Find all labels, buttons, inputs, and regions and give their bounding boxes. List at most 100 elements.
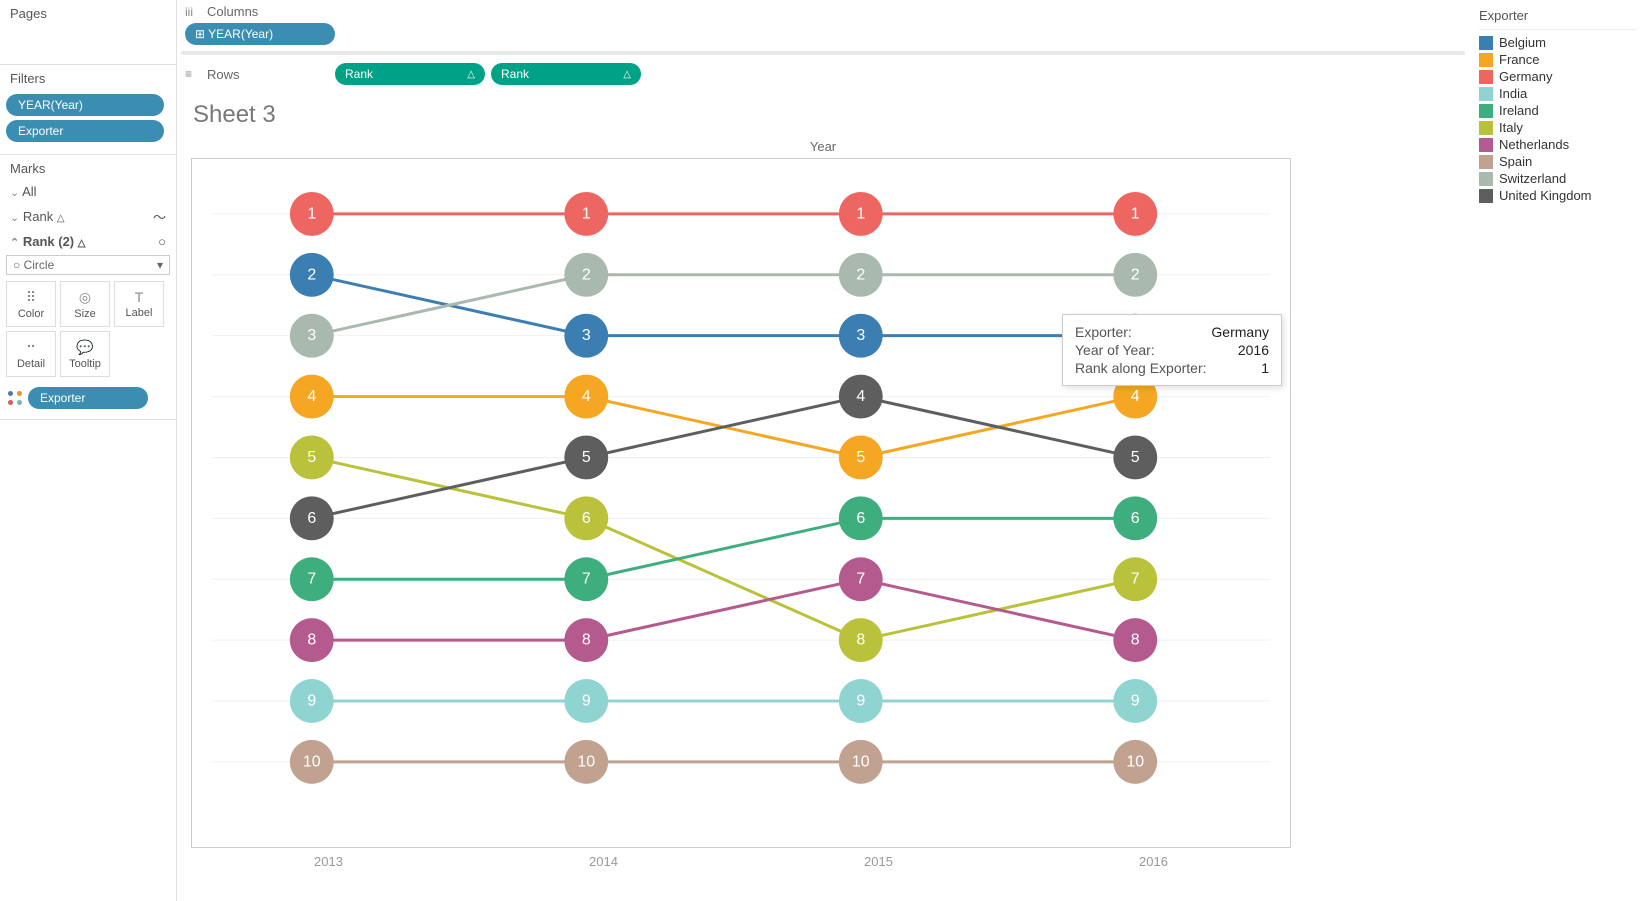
legend-item[interactable]: Switzerland [1479,170,1637,187]
columns-icon: iii [185,5,199,19]
rows-pill1-label: Rank [345,67,373,81]
rank-node-label: 1 [582,205,591,222]
rank-node-label: 10 [852,753,870,770]
rows-shelf[interactable]: ≡ Rows Rank△ Rank△ [177,59,1469,89]
filters-body[interactable]: YEAR(Year) Exporter [0,90,176,155]
rank-node-label: 5 [1131,449,1140,466]
color-pill-exporter[interactable]: Exporter [28,387,148,409]
legend-label: France [1499,52,1539,67]
marks-rank1-label: Rank [23,209,53,224]
x-tick-label: 2016 [1139,854,1168,869]
marks-header: Marks [0,155,176,180]
size-btn-label: Size [74,308,95,320]
rank-node-label: 7 [307,571,316,588]
chart-axis-title: Year [191,139,1455,158]
legend-item[interactable]: India [1479,85,1637,102]
mark-type-select[interactable]: ○ Circle ▾ [6,255,170,275]
series-line[interactable] [312,275,1135,336]
rank-node-label: 5 [307,449,316,466]
rank-node-label: 6 [1131,510,1140,527]
legend-item[interactable]: Ireland [1479,102,1637,119]
rank-node-label: 5 [856,449,865,466]
rank-node-label: 1 [307,205,316,222]
filter-pill-year[interactable]: YEAR(Year) [6,94,164,116]
series-line[interactable] [312,579,1135,640]
marks-all[interactable]: ⌄ All [0,180,176,203]
columns-pill-label: YEAR(Year) [208,27,273,41]
series-line[interactable] [312,518,1135,579]
marks-rank2[interactable]: ⌃ Rank (2) △ ○ [0,230,176,253]
legend-item[interactable]: Spain [1479,153,1637,170]
legend-label: Netherlands [1499,137,1569,152]
legend-label: Germany [1499,69,1552,84]
tooltip-btn-label: Tooltip [69,358,101,370]
rank-node-label: 6 [307,510,316,527]
rank-node-label: 4 [307,388,316,405]
tooltip-key-exporter: Exporter: [1075,324,1132,340]
color-icon: ⠿ [26,289,36,306]
tooltip-button[interactable]: 💬 Tooltip [60,331,110,377]
rows-pill-rank2[interactable]: Rank△ [491,63,641,85]
size-icon: ◎ [79,289,91,306]
legend-label: India [1499,86,1527,101]
chart-box[interactable]: 1111233332224454568765457766887899991010… [191,158,1291,848]
legend-item[interactable]: Netherlands [1479,136,1637,153]
detail-button[interactable]: ⠒Detail [6,331,56,377]
rank-node-label: 2 [582,266,591,283]
legend-swatch [1479,138,1493,152]
rows-pill-rank1[interactable]: Rank△ [335,63,485,85]
x-tick-label: 2015 [864,854,893,869]
legend-label: Ireland [1499,103,1539,118]
marks-rank1[interactable]: ⌄ Rank △ 〜 [0,203,176,230]
x-tick-label: 2014 [589,854,618,869]
legend-label: Italy [1499,120,1523,135]
legend-swatch [1479,87,1493,101]
rank-node-label: 6 [856,510,865,527]
pages-header: Pages [0,0,176,25]
legend-item[interactable]: United Kingdom [1479,187,1637,204]
rank-node-label: 7 [1131,571,1140,588]
bump-chart[interactable]: 1111233332224454568765457766887899991010… [192,159,1290,848]
legend-item[interactable]: Germany [1479,68,1637,85]
rank-node-label: 10 [577,753,595,770]
detail-icon: ⠒ [26,339,36,356]
columns-pill-year[interactable]: ⊞ YEAR(Year) [185,23,335,45]
tooltip-icon: 💬 [76,339,93,356]
mid-panel: iii Columns ⊞ YEAR(Year) ≡ Rows Rank△ Ra… [177,0,1469,901]
rank-node-label: 1 [1131,205,1140,222]
legend-title: Exporter [1479,6,1637,30]
legend-swatch [1479,104,1493,118]
color-button[interactable]: ⠿Color [6,281,56,327]
filter-pill-exporter[interactable]: Exporter [6,120,164,142]
series-line[interactable] [312,275,1135,336]
size-button[interactable]: ◎ Size [60,281,110,327]
pages-body[interactable] [0,25,176,65]
rank-node-label: 7 [856,571,865,588]
rows-icon: ≡ [185,67,199,81]
color-dots-icon [8,391,22,405]
line-icon: 〜 [153,207,166,226]
tooltip-val-year: 2016 [1238,342,1269,358]
rank-node-label: 3 [856,327,865,344]
legend-item[interactable]: France [1479,51,1637,68]
dropdown-icon: ▾ [157,258,163,272]
filters-header: Filters [0,65,176,90]
rank-node-label: 3 [307,327,316,344]
legend-swatch [1479,36,1493,50]
rank-node-label: 8 [856,632,865,649]
legend-swatch [1479,172,1493,186]
legend-item[interactable]: Belgium [1479,34,1637,51]
columns-shelf[interactable]: iii Columns [177,0,1469,23]
rank-node-label: 9 [1131,693,1140,710]
legend-swatch [1479,53,1493,67]
rank-node-label: 5 [582,449,591,466]
legend-swatch [1479,155,1493,169]
legend-item[interactable]: Italy [1479,119,1637,136]
legend-swatch [1479,121,1493,135]
sheet-title[interactable]: Sheet 3 [185,97,1461,139]
rank-node-label: 2 [307,266,316,283]
marks-all-label: All [22,184,36,199]
rank-node-label: 4 [582,388,591,405]
tooltip-key-rank: Rank along Exporter: [1075,360,1207,376]
label-button[interactable]: TLabel [114,281,164,327]
